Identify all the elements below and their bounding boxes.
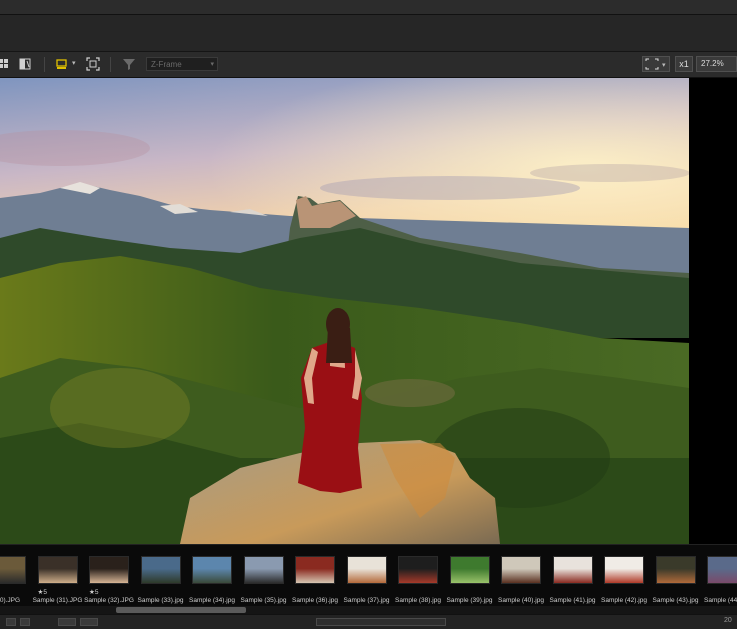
fit-screen-icon[interactable]: [86, 57, 100, 71]
filter-select-value: Z-Frame: [151, 60, 182, 69]
svg-text:▾: ▾: [662, 61, 666, 69]
filmstrip-thumbnail[interactable]: [37, 556, 78, 584]
thumbnail-rating: ★5: [89, 589, 99, 596]
filmstrip-thumbnail[interactable]: [398, 556, 438, 584]
nav-prev-button[interactable]: [58, 618, 76, 626]
chevron-down-icon[interactable]: ▾: [72, 59, 76, 67]
thumbnail-filename: Sample (40).jpg: [498, 597, 544, 604]
thumbnail-filename: )(30).JPG: [0, 597, 21, 604]
rotate-left-icon[interactable]: [6, 618, 16, 626]
filmstrip-thumbnail[interactable]: [604, 556, 644, 584]
filmstrip-thumbnail[interactable]: [346, 556, 387, 584]
thumbnail-filename: Sample (35).jpg: [240, 597, 287, 604]
filmstrip-thumbnail[interactable]: [140, 556, 181, 584]
scrollbar-thumb[interactable]: [116, 607, 246, 613]
thumbnail-rating: ★5: [37, 589, 47, 596]
image-viewer[interactable]: [0, 78, 737, 544]
top-window-strip: [0, 0, 737, 15]
thumbnail-mode-icon[interactable]: [55, 57, 69, 71]
filmstrip-thumbnail[interactable]: [449, 556, 490, 584]
view-mode-button[interactable]: ▾: [642, 56, 670, 72]
filmstrip-thumbnail[interactable]: [501, 556, 541, 584]
filmstrip-thumbnail[interactable]: [655, 556, 696, 584]
filmstrip-thumbnail[interactable]: [552, 556, 593, 584]
grid-view-icon[interactable]: [0, 57, 12, 71]
thumbnail-filename: Sample (33).jpg: [137, 597, 184, 604]
filmstrip-scrollbar[interactable]: [0, 606, 737, 614]
chevron-down-icon: ▾: [210, 61, 214, 68]
filmstrip: )(30).JPG★5Sample (31).JPG★5Sample (32).…: [0, 544, 737, 607]
toolbar-separator: [110, 57, 111, 72]
thumbnail-filename: Sample (42).jpg: [601, 597, 647, 604]
zoom-level-field[interactable]: 27.2%: [696, 56, 737, 72]
thumbnail-filename: Sample (37).jpg: [343, 597, 390, 604]
filter-icon[interactable]: [122, 57, 136, 71]
main-photo: [0, 78, 689, 544]
filter-select[interactable]: Z-Frame ▾: [146, 57, 218, 71]
toolbar-separator: [44, 57, 45, 72]
filmstrip-thumbnail[interactable]: [243, 556, 284, 584]
thumbnail-filename: Sample (43).jpg: [652, 597, 699, 604]
filmstrip-thumbnail[interactable]: [0, 556, 26, 584]
thumbnail-filename: Sample (34).jpg: [189, 597, 235, 604]
thumbnail-filename: Sample (41).jpg: [549, 597, 596, 604]
filmstrip-thumbnail[interactable]: [295, 556, 335, 584]
image-count: 20: [724, 617, 732, 624]
filmstrip-thumbnail[interactable]: [707, 556, 737, 584]
nav-next-button[interactable]: [80, 618, 98, 626]
rating-stars-control[interactable]: [316, 618, 446, 626]
status-bar: 20: [0, 614, 737, 629]
thumbnail-filename: Sample (32).JPG: [84, 597, 134, 604]
thumbnail-filename: Sample (44).jpg: [704, 597, 737, 604]
viewer-toolbar: ▾ Z-Frame ▾ ▾ x1 27.2%: [0, 52, 737, 78]
thumbnail-filename: Sample (39).jpg: [446, 597, 493, 604]
filmstrip-thumbnail[interactable]: [89, 556, 129, 584]
fit-view-icon: ▾: [645, 58, 666, 70]
thumbnail-filename: Sample (31).JPG: [32, 597, 83, 604]
actual-size-button[interactable]: x1: [675, 56, 693, 72]
thumbnail-filename: Sample (38).jpg: [395, 597, 441, 604]
compare-icon[interactable]: [18, 57, 32, 71]
filmstrip-thumbnail[interactable]: [192, 556, 232, 584]
thumbnail-filename: Sample (36).jpg: [292, 597, 338, 604]
rotate-right-icon[interactable]: [20, 618, 30, 626]
title-bar: [0, 15, 737, 52]
